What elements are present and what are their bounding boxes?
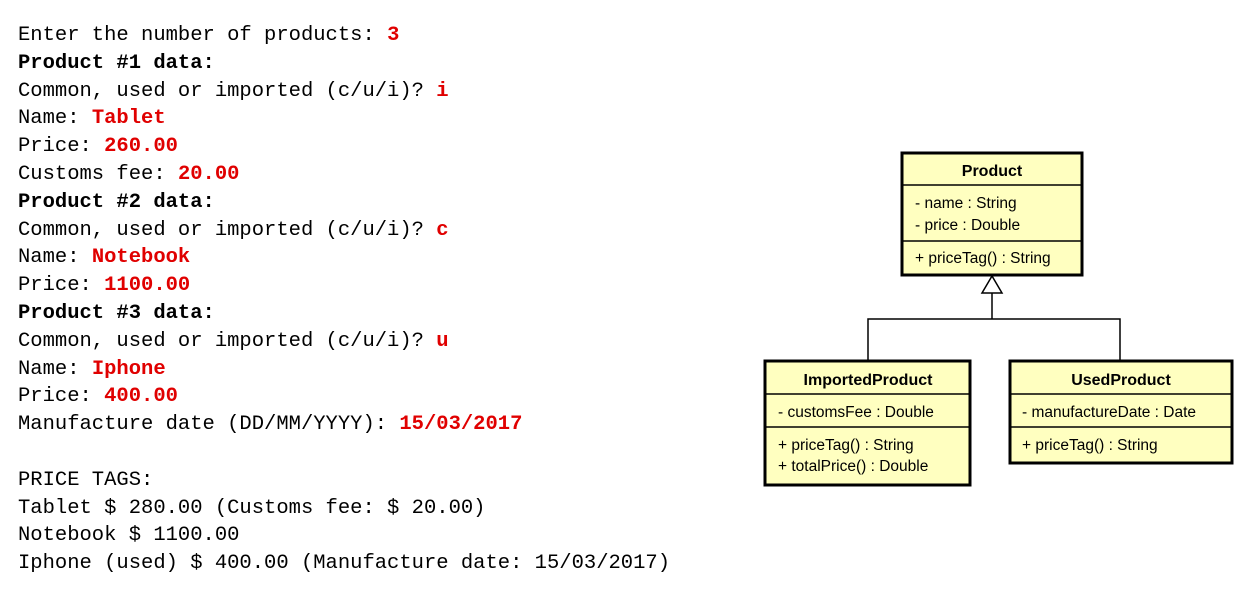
class-imported-product-method: + priceTag() : String — [778, 437, 914, 454]
class-product: Product - name : String - price : Double… — [900, 151, 1084, 277]
class-product-attribute: - name : String — [915, 195, 1017, 212]
class-used-product-method: + priceTag() : String — [1022, 437, 1158, 454]
class-imported-product-name: ImportedProduct — [804, 372, 934, 389]
class-product-method: + priceTag() : String — [915, 250, 1051, 267]
uml-class-diagram: Product - name : String - price : Double… — [763, 151, 1234, 487]
class-used-product: UsedProduct - manufactureDate : Date + p… — [1008, 359, 1234, 465]
class-used-product-attribute: - manufactureDate : Date — [1022, 404, 1196, 421]
class-product-name: Product — [962, 163, 1023, 180]
class-imported-product-method: + totalPrice() : Double — [778, 458, 928, 475]
class-used-product-name: UsedProduct — [1071, 372, 1171, 389]
class-product-attribute: - price : Double — [915, 217, 1020, 234]
generalization-lines — [867, 318, 1121, 361]
class-imported-product: ImportedProduct - customsFee : Double + … — [763, 359, 972, 487]
inheritance-arrow-icon — [980, 274, 1004, 294]
class-imported-product-attribute: - customsFee : Double — [778, 404, 934, 421]
inheritance-connector — [867, 274, 1121, 361]
